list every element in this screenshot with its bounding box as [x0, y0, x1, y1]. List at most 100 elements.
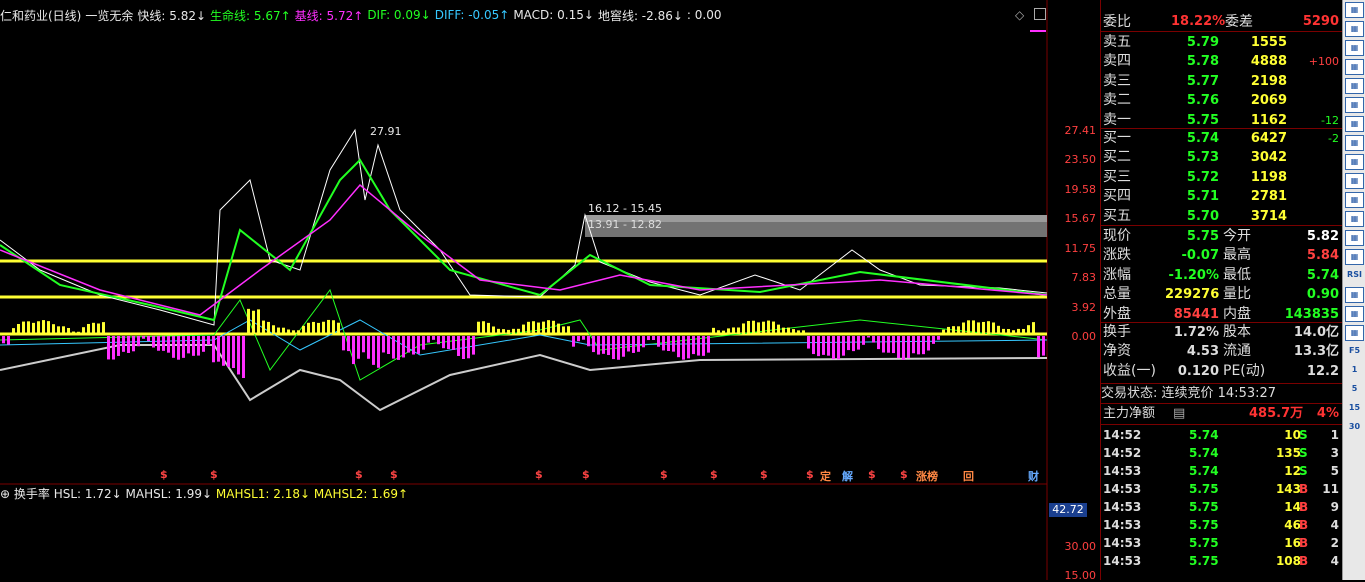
dividend-marker[interactable]: $	[806, 468, 814, 481]
doc-icon[interactable]: ▦	[1345, 154, 1364, 170]
main-flow-row[interactable]: 主力净额 ▤ 485.7万 4%	[1101, 404, 1343, 424]
event-marker[interactable]: 定	[820, 468, 831, 484]
dividend-marker[interactable]: $	[160, 468, 168, 481]
event-marker[interactable]: 回	[963, 468, 974, 484]
bid-row[interactable]: 买三 5.72 1198	[1101, 168, 1343, 187]
macd-bar	[327, 319, 330, 334]
tick-row[interactable]: 14:53 5.75 14 B 9	[1101, 498, 1343, 516]
ask-row[interactable]: 卖五 5.79 1555	[1101, 33, 1343, 52]
ask-row[interactable]: 卖二 5.76 2069	[1101, 91, 1343, 110]
tick-row[interactable]: 14:52 5.74 10 S 1	[1101, 426, 1343, 444]
macd-bar	[42, 320, 45, 334]
candle-icon[interactable]: ▦	[1345, 116, 1364, 132]
book-volume: 3042	[1250, 150, 1287, 166]
macd-bar	[297, 330, 300, 334]
kline-chart[interactable]: 仁和药业(日线) 一览无余 快线: 5.82↓ 生命线: 5.67↑ 基线: 5…	[0, 0, 1100, 582]
macd-bar	[977, 322, 980, 334]
line-icon[interactable]: ▦	[1345, 97, 1364, 113]
stat-value: 5.82	[1306, 229, 1339, 244]
dividend-marker[interactable]: $	[760, 468, 768, 481]
list-icon[interactable]: ▤	[1173, 404, 1185, 423]
dividend-marker[interactable]: $	[210, 468, 218, 481]
high-annotation: 27.91	[370, 125, 402, 138]
dividend-marker[interactable]: $	[868, 468, 876, 481]
ask-row[interactable]: 卖一 5.75 1162 -12	[1101, 111, 1343, 130]
macd-bar	[917, 336, 920, 355]
macd-bar	[697, 336, 700, 356]
macd-bar	[27, 321, 30, 334]
event-marker[interactable]: 财	[1028, 468, 1039, 484]
bar-icon[interactable]: ▦	[1345, 78, 1364, 94]
macd-bar	[477, 321, 480, 334]
book-change: -2	[1328, 132, 1339, 145]
event-marker[interactable]: 解	[842, 468, 853, 484]
macd-bar	[317, 322, 320, 334]
turnover-toggle-icon[interactable]: ⊕	[0, 487, 10, 501]
up-icon[interactable]: ▦	[1345, 287, 1364, 303]
stat-label: 最高	[1223, 247, 1251, 264]
dividend-marker[interactable]: $	[535, 468, 543, 481]
rsi-icon[interactable]: RSI	[1345, 268, 1364, 284]
15-icon[interactable]: 15	[1345, 401, 1364, 417]
move-icon[interactable]: ▦	[1345, 306, 1364, 322]
table2-icon[interactable]: ▦	[1345, 135, 1364, 151]
f5-icon[interactable]: F5	[1345, 344, 1364, 360]
list-icon[interactable]: ▦	[1345, 40, 1364, 56]
5-icon[interactable]: 5	[1345, 382, 1364, 398]
book-volume: 2781	[1250, 189, 1287, 205]
book-label: 买二	[1103, 149, 1131, 166]
tick-row[interactable]: 14:52 5.74 135 S 3	[1101, 444, 1343, 462]
macd-bar	[547, 320, 550, 334]
30-icon[interactable]: 30	[1345, 420, 1364, 436]
dividend-marker[interactable]: $	[390, 468, 398, 481]
gear-icon[interactable]: ▦	[1345, 192, 1364, 208]
tick-row[interactable]: 14:53 5.75 108 B 4	[1101, 552, 1343, 570]
pen-icon[interactable]: ▦	[1345, 325, 1364, 341]
range-annotation-1: 16.12 - 15.45	[588, 202, 662, 215]
macd-bar	[632, 336, 635, 353]
macd-bar	[757, 322, 760, 334]
ask-row[interactable]: 卖三 5.77 2198	[1101, 72, 1343, 91]
macd-bar	[957, 326, 960, 334]
dividend-marker[interactable]: $	[582, 468, 590, 481]
macd-bar	[182, 336, 185, 358]
macd-bar	[57, 326, 60, 334]
news-icon[interactable]: ▦	[1345, 230, 1364, 246]
dividend-marker[interactable]: $	[900, 468, 908, 481]
stat-label: 量比	[1223, 286, 1251, 303]
sort-icon[interactable]: ▦	[1345, 249, 1364, 265]
turnover-title[interactable]: 换手率	[14, 487, 50, 501]
macd-bar	[972, 320, 975, 334]
f10-icon[interactable]: ▦	[1345, 173, 1364, 189]
macd-bar	[922, 336, 925, 355]
grid-icon[interactable]: ▦	[1345, 2, 1364, 18]
dividend-marker[interactable]: $	[660, 468, 668, 481]
tick-row[interactable]: 14:53 5.75 46 B 4	[1101, 516, 1343, 534]
macd-bar	[832, 336, 835, 360]
macd-bar	[347, 336, 350, 352]
1-icon[interactable]: 1	[1345, 363, 1364, 379]
macd-bar	[442, 336, 445, 349]
macd-bar	[17, 324, 20, 334]
macd-bar	[92, 322, 95, 334]
macd-bar	[252, 310, 255, 334]
table-icon[interactable]: ▦	[1345, 21, 1364, 37]
dividend-marker[interactable]: $	[355, 468, 363, 481]
macd-bar	[452, 336, 455, 350]
chart-icon[interactable]: ▦	[1345, 59, 1364, 75]
bid-row[interactable]: 买五 5.70 3714	[1101, 207, 1343, 226]
bid-row[interactable]: 买二 5.73 3042	[1101, 148, 1343, 167]
dividend-marker[interactable]: $	[710, 468, 718, 481]
tick-row[interactable]: 14:53 5.75 16 B 2	[1101, 534, 1343, 552]
macd-bar	[157, 336, 160, 351]
bid-row[interactable]: 买一 5.74 6427 -2	[1101, 129, 1343, 148]
tick-row[interactable]: 14:53 5.74 12 S 5	[1101, 462, 1343, 480]
book-price: 5.71	[1186, 189, 1219, 205]
bid-row[interactable]: 买四 5.71 2781	[1101, 187, 1343, 206]
fund-icon[interactable]: ▦	[1345, 211, 1364, 227]
macd-bar	[722, 330, 725, 334]
ask-row[interactable]: 卖四 5.78 4888 +100	[1101, 52, 1343, 71]
macd-bar	[72, 331, 75, 334]
event-marker[interactable]: 涨榜	[916, 468, 938, 484]
tick-row[interactable]: 14:53 5.75 143 B 11	[1101, 480, 1343, 498]
